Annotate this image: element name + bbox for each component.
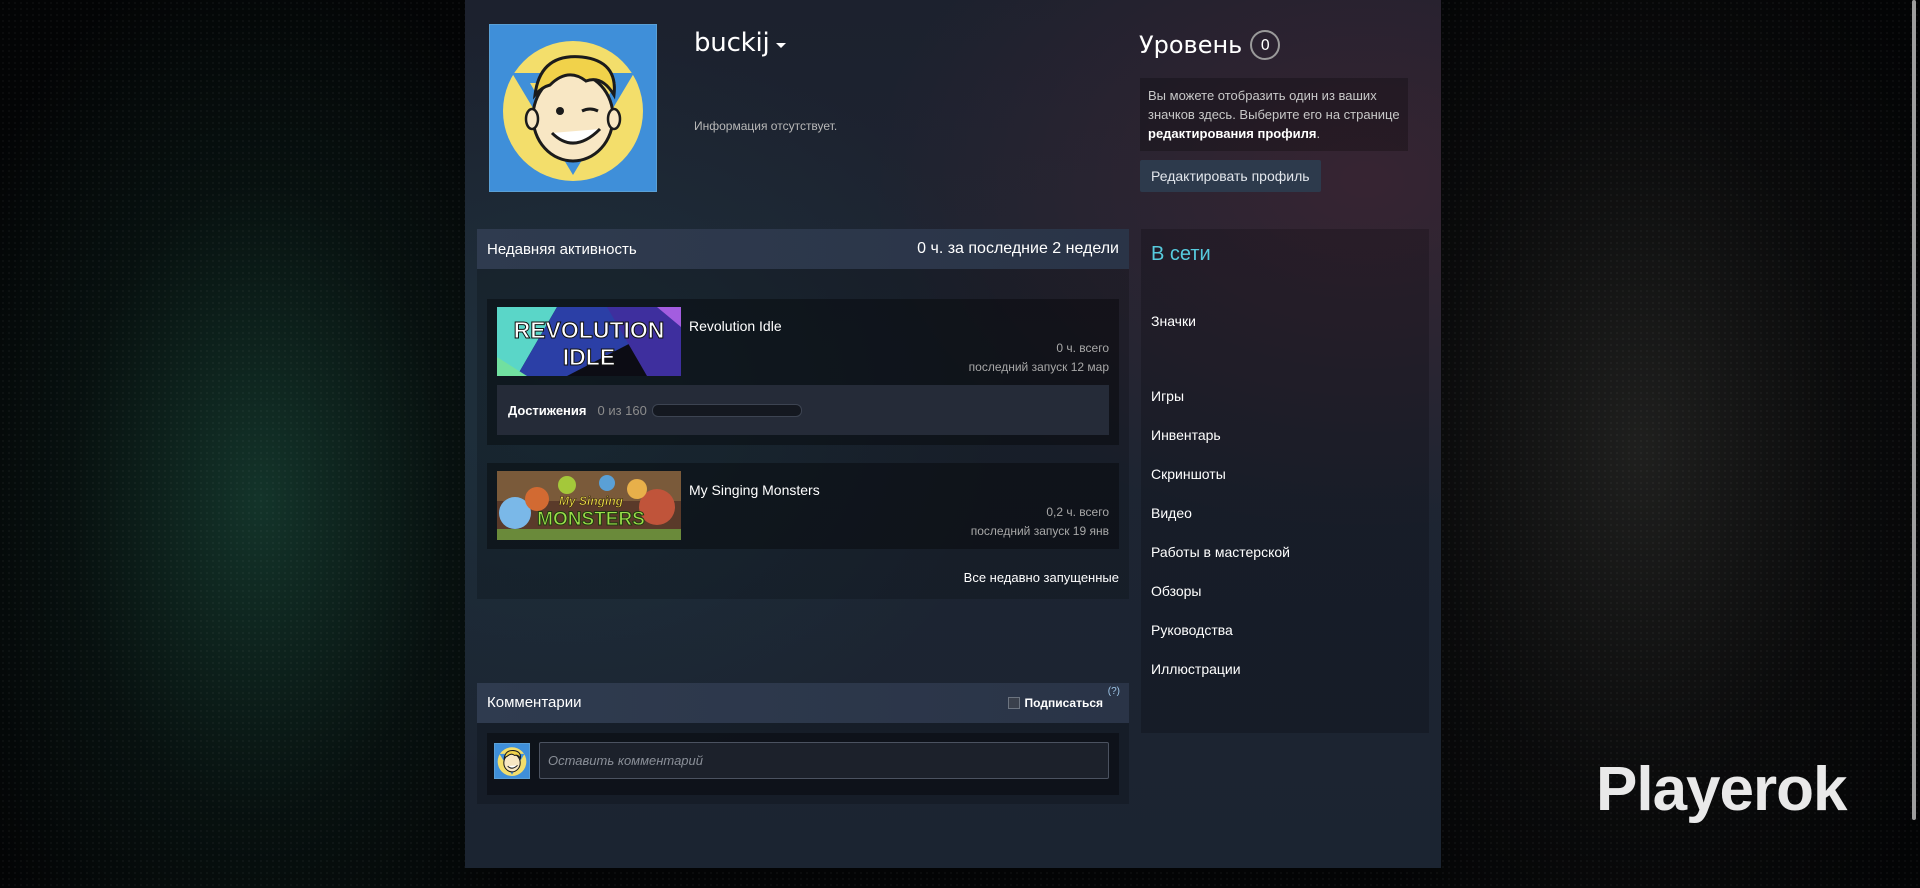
- game-name[interactable]: Revolution Idle: [689, 318, 782, 334]
- subscribe-checkbox[interactable]: [1007, 697, 1020, 709]
- recent-game-my-singing-monsters: My Singing MONSTERS My Singing Monsters …: [487, 463, 1119, 549]
- persona-name-dropdown[interactable]: buckij: [694, 28, 786, 58]
- game-hours: 0 ч. всего: [1056, 341, 1109, 355]
- recent-activity-title: Недавняя активность: [487, 240, 637, 258]
- all-recent-games-link[interactable]: Все недавно запущенные: [964, 570, 1119, 585]
- online-status: В сети: [1151, 243, 1211, 265]
- capsule-text-1: REVOLUTION: [514, 317, 665, 343]
- caret-down-icon: [775, 43, 786, 48]
- recent-activity-panel: Недавняя активность 0 ч. за последние 2 …: [477, 229, 1129, 599]
- level-label: Уровень: [1139, 31, 1243, 59]
- my-singing-monsters-capsule-icon: My Singing MONSTERS: [497, 471, 681, 540]
- game-hours: 0,2 ч. всего: [1046, 505, 1109, 519]
- subscribe-label: Подписаться: [1024, 696, 1103, 710]
- persona-name: buckij: [694, 28, 770, 58]
- sidebar-link-reviews[interactable]: Обзоры: [1151, 583, 1202, 599]
- badge-note-text: Вы можете отобразить один из ваших значк…: [1148, 88, 1400, 122]
- comment-input[interactable]: [539, 742, 1109, 779]
- page-scrollbar[interactable]: [1912, 0, 1916, 820]
- comment-entry: [487, 733, 1119, 795]
- level-badge[interactable]: 0: [1250, 30, 1281, 60]
- game-last-played: последний запуск 12 мар: [968, 360, 1109, 374]
- capsule-text-1: My Singing: [559, 494, 624, 508]
- subscribe-help-link[interactable]: (?): [1108, 672, 1120, 712]
- recent-activity-header: Недавняя активность 0 ч. за последние 2 …: [477, 229, 1129, 269]
- game-capsule-revolution-idle[interactable]: REVOLUTION IDLE: [497, 307, 681, 376]
- achievements-count: 0 из 160: [597, 402, 647, 418]
- profile-sidebar: В сети Значки Игры Инвентарь Скриншоты В…: [1141, 229, 1429, 733]
- profile-summary: Информация отсутствует.: [694, 119, 838, 133]
- comments-panel: Комментарии Подписаться (?): [477, 683, 1129, 804]
- vault-boy-avatar-icon: [495, 744, 529, 778]
- capsule-text-2: MONSTERS: [537, 509, 645, 530]
- achievements-row[interactable]: Достижения 0 из 160: [497, 385, 1109, 435]
- featured-badge-note: Вы можете отобразить один из ваших значк…: [1140, 78, 1408, 151]
- edit-profile-link[interactable]: редактирования профиля: [1148, 126, 1316, 141]
- sidebar-link-games[interactable]: Игры: [1151, 388, 1184, 404]
- recent-playtime-summary: 0 ч. за последние 2 недели: [917, 240, 1119, 257]
- game-stats: 0,2 ч. всего последний запуск 19 янв: [971, 503, 1109, 541]
- sidebar-link-workshop[interactable]: Работы в мастерской: [1151, 544, 1290, 560]
- watermark-logo: Playerok: [1596, 755, 1848, 824]
- sidebar-link-inventory[interactable]: Инвентарь: [1151, 427, 1221, 443]
- capsule-text-2: IDLE: [563, 344, 615, 370]
- subscribe-toggle[interactable]: Подписаться: [1007, 683, 1103, 723]
- edit-profile-button[interactable]: Редактировать профиль: [1140, 160, 1321, 192]
- sidebar-link-guides[interactable]: Руководства: [1151, 622, 1233, 638]
- comments-header: Комментарии Подписаться (?): [477, 683, 1129, 723]
- sidebar-link-videos[interactable]: Видео: [1151, 505, 1192, 521]
- sidebar-link-artwork[interactable]: Иллюстрации: [1151, 661, 1241, 677]
- badge-note-end: .: [1316, 126, 1321, 141]
- game-stats: 0 ч. всего последний запуск 12 мар: [969, 339, 1109, 377]
- profile-page: buckij Информация отсутствует. Уровень 0…: [465, 0, 1441, 868]
- game-last-played: последний запуск 19 янв: [970, 524, 1109, 538]
- achievements-label: Достижения: [508, 402, 587, 418]
- comment-avatar: [494, 743, 530, 779]
- profile-avatar[interactable]: [489, 24, 657, 192]
- sidebar-link-badges[interactable]: Значки: [1151, 313, 1196, 329]
- vault-boy-avatar-icon: [490, 25, 656, 191]
- game-name[interactable]: My Singing Monsters: [689, 482, 820, 498]
- achievements-progress-bar: [651, 403, 802, 417]
- profile-level: Уровень 0: [1139, 30, 1281, 60]
- comments-title: Комментарии: [487, 694, 582, 711]
- sidebar-link-screenshots[interactable]: Скриншоты: [1151, 466, 1226, 482]
- recent-game-revolution-idle: REVOLUTION IDLE Revolution Idle 0 ч. все…: [487, 299, 1119, 445]
- game-capsule-my-singing-monsters[interactable]: My Singing MONSTERS: [497, 471, 681, 540]
- revolution-idle-capsule-icon: REVOLUTION IDLE: [497, 307, 681, 376]
